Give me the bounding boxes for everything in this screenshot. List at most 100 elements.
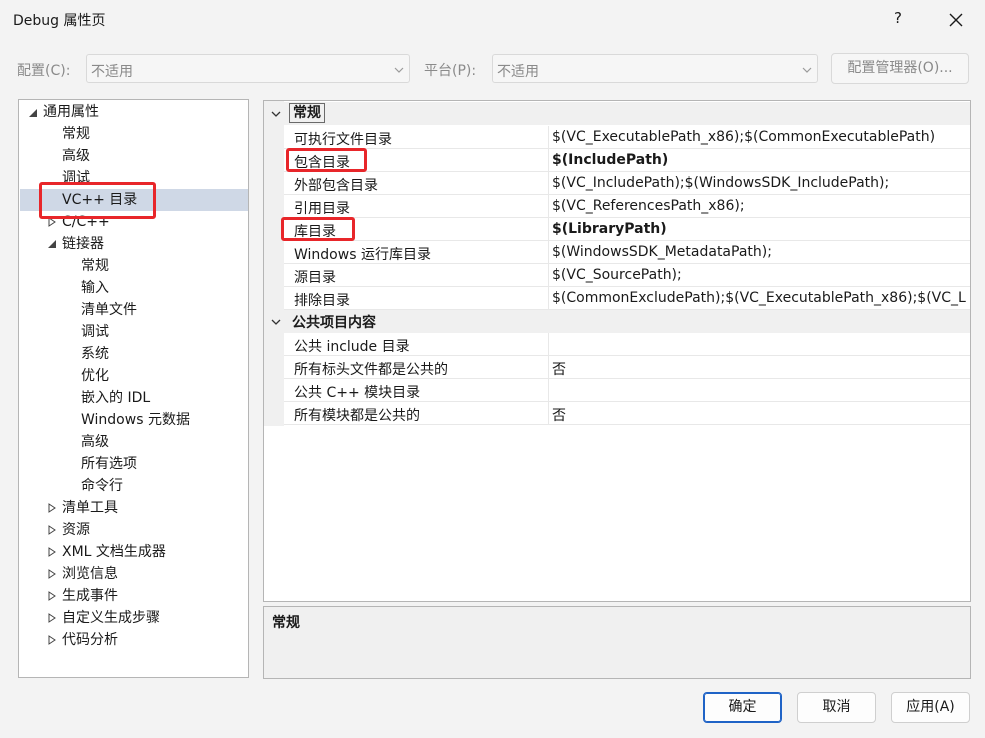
chevron-down-icon — [802, 67, 812, 73]
tree-item-general[interactable]: 常规 — [62, 123, 90, 145]
window-title: Debug 属性页 — [13, 13, 106, 29]
tree-item-common-properties[interactable]: 通用属性 — [43, 101, 99, 123]
category-label: 公共项目内容 — [292, 315, 376, 331]
tree-item-linker[interactable]: 链接器 — [62, 233, 104, 255]
help-button[interactable]: ? — [887, 9, 909, 31]
tree-item-xml-doc-generator[interactable]: XML 文档生成器 — [62, 541, 166, 563]
chevron-down-icon — [271, 111, 281, 117]
tree-expand-toggle[interactable] — [46, 585, 58, 607]
property-row[interactable]: 所有模块都是公共的 否 — [284, 402, 970, 425]
column-separator — [548, 333, 549, 356]
tree-expand-toggle[interactable] — [46, 233, 58, 255]
property-row[interactable]: 库目录 $(LibraryPath) — [284, 218, 970, 241]
property-name: 排除目录 — [294, 293, 350, 309]
property-row[interactable]: 源目录 $(VC_SourcePath); — [284, 264, 970, 287]
tree-item-manifest-tool[interactable]: 清单工具 — [62, 497, 118, 519]
tree-expand-toggle[interactable] — [46, 497, 58, 519]
property-value: 否 — [552, 408, 566, 424]
tree-item-linker-embedded-idl[interactable]: 嵌入的 IDL — [81, 387, 150, 409]
tree-expand-toggle[interactable] — [46, 607, 58, 629]
tree-item-linker-command-line[interactable]: 命令行 — [81, 475, 123, 497]
tree-expand-toggle[interactable] — [46, 541, 58, 563]
property-row[interactable]: 公共 include 目录 — [284, 333, 970, 356]
column-separator — [548, 126, 549, 149]
platform-select-value: 不适用 — [497, 64, 539, 80]
property-name: Windows 运行库目录 — [294, 247, 431, 263]
close-button[interactable] — [944, 8, 968, 32]
column-separator — [548, 356, 549, 379]
tree-expand-toggle[interactable] — [46, 211, 58, 233]
property-value: $(CommonExcludePath);$(VC_ExecutablePath… — [552, 290, 966, 306]
column-separator — [548, 264, 549, 287]
property-row[interactable]: 所有标头文件都是公共的 否 — [284, 356, 970, 379]
property-row[interactable]: Windows 运行库目录 $(WindowsSDK_MetadataPath)… — [284, 241, 970, 264]
property-value: $(LibraryPath) — [552, 221, 667, 237]
cancel-button[interactable]: 取消 — [797, 692, 876, 723]
column-separator — [548, 172, 549, 195]
tree-item-linker-all-options[interactable]: 所有选项 — [81, 453, 137, 475]
title-bar: Debug 属性页 ? — [0, 0, 985, 40]
tree-item-linker-input[interactable]: 输入 — [81, 277, 109, 299]
tree-expand-toggle[interactable] — [27, 102, 39, 124]
collapsed-triangle-icon — [48, 503, 56, 513]
property-name: 公共 C++ 模块目录 — [294, 385, 421, 401]
column-separator — [548, 379, 549, 402]
tree-expand-toggle[interactable] — [46, 519, 58, 541]
column-separator — [548, 402, 549, 425]
property-name: 包含目录 — [294, 155, 350, 171]
config-manager-button[interactable]: 配置管理器(O)... — [831, 53, 969, 84]
tree-item-linker-manifest[interactable]: 清单文件 — [81, 299, 137, 321]
tree-item-resources[interactable]: 资源 — [62, 519, 90, 541]
close-icon — [949, 13, 963, 27]
property-value: $(WindowsSDK_MetadataPath); — [552, 244, 772, 260]
tree-item-custom-build-step[interactable]: 自定义生成步骤 — [62, 607, 160, 629]
property-value: 否 — [552, 362, 566, 378]
category-row-public-project-content[interactable]: 公共项目内容 — [264, 310, 970, 333]
property-value: $(IncludePath) — [552, 152, 669, 168]
collapsed-triangle-icon — [48, 569, 56, 579]
property-value: $(VC_SourcePath); — [552, 267, 682, 283]
property-row[interactable]: 引用目录 $(VC_ReferencesPath_x86); — [284, 195, 970, 218]
tree-expand-toggle[interactable] — [46, 629, 58, 651]
tree-item-linker-windows-metadata[interactable]: Windows 元数据 — [81, 409, 190, 431]
platform-label: 平台(P): — [424, 63, 477, 79]
property-row[interactable]: 包含目录 $(IncludePath) — [284, 149, 970, 172]
tree-item-linker-general[interactable]: 常规 — [81, 255, 109, 277]
property-tree: 通用属性 常规 高级 调试 VC++ 目录 C/C++ 链接器 常规 输入 清单… — [18, 99, 249, 678]
tree-item-browse-information[interactable]: 浏览信息 — [62, 563, 118, 585]
tree-item-code-analysis[interactable]: 代码分析 — [62, 629, 118, 651]
tree-item-linker-advanced[interactable]: 高级 — [81, 431, 109, 453]
collapsed-triangle-icon — [48, 613, 56, 623]
tree-item-cpp[interactable]: C/C++ — [62, 211, 110, 233]
category-label: 常规 — [289, 103, 325, 123]
grid-gutter — [264, 101, 284, 426]
property-name: 所有标头文件都是公共的 — [294, 362, 448, 378]
property-name: 源目录 — [294, 270, 336, 286]
tree-item-linker-system[interactable]: 系统 — [81, 343, 109, 365]
column-separator — [548, 218, 549, 241]
property-row[interactable]: 排除目录 $(CommonExcludePath);$(VC_Executabl… — [284, 287, 970, 310]
tree-expand-toggle[interactable] — [46, 563, 58, 585]
tree-item-build-events[interactable]: 生成事件 — [62, 585, 118, 607]
apply-button[interactable]: 应用(A) — [891, 692, 970, 723]
category-row-general[interactable]: 常规 — [264, 102, 970, 125]
property-row[interactable]: 公共 C++ 模块目录 — [284, 379, 970, 402]
tree-item-advanced[interactable]: 高级 — [62, 145, 90, 167]
config-label: 配置(C): — [17, 63, 71, 79]
tree-item-linker-optimization[interactable]: 优化 — [81, 365, 109, 387]
ok-button[interactable]: 确定 — [703, 692, 782, 723]
property-row[interactable]: 可执行文件目录 $(VC_ExecutablePath_x86);$(Commo… — [284, 126, 970, 149]
collapsed-triangle-icon — [48, 591, 56, 601]
chevron-down-icon — [394, 67, 404, 73]
description-title: 常规 — [272, 615, 300, 631]
tree-item-debugging[interactable]: 调试 — [62, 167, 90, 189]
tree-item-linker-debugging[interactable]: 调试 — [81, 321, 109, 343]
property-value: $(VC_ExecutablePath_x86);$(CommonExecuta… — [552, 129, 936, 145]
platform-select[interactable]: 不适用 — [492, 54, 818, 83]
column-separator — [548, 195, 549, 218]
config-select[interactable]: 不适用 — [86, 54, 410, 83]
tree-item-vcpp-directories[interactable]: VC++ 目录 — [62, 189, 137, 211]
property-row[interactable]: 外部包含目录 $(VC_IncludePath);$(WindowsSDK_In… — [284, 172, 970, 195]
collapsed-triangle-icon — [48, 635, 56, 645]
property-name: 所有模块都是公共的 — [294, 408, 420, 424]
